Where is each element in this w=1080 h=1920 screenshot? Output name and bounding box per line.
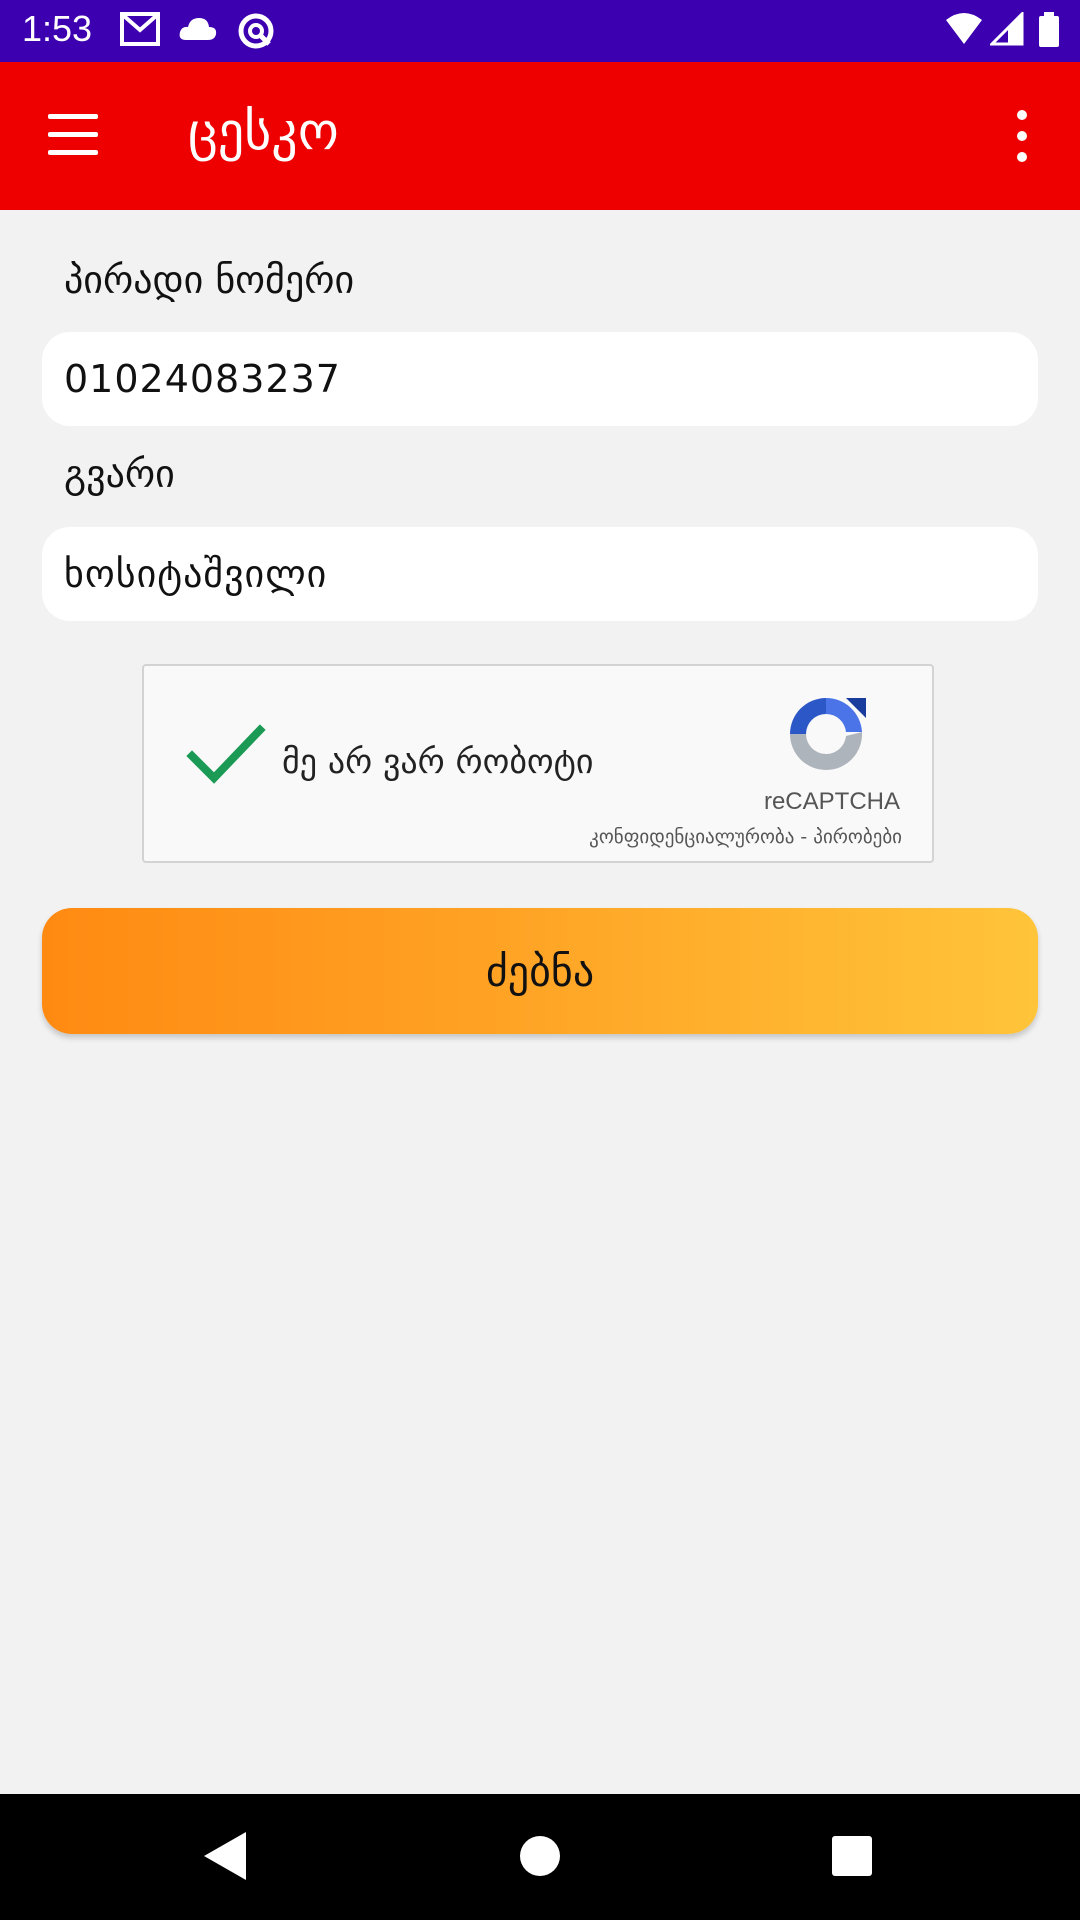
search-button[interactable]: ძებნა xyxy=(42,908,1038,1034)
status-bar: 1:53 xyxy=(0,0,1080,62)
navigation-bar xyxy=(0,1794,1080,1920)
checkmark-icon[interactable] xyxy=(186,722,266,786)
surname-input[interactable] xyxy=(42,527,1038,621)
status-time: 1:53 xyxy=(22,8,93,49)
personal-number-label: პირადი ნომერი xyxy=(64,258,355,302)
recaptcha-legal-links[interactable]: კონფიდენციალურობა - პირობები xyxy=(589,826,902,848)
signal-icon xyxy=(990,12,1024,46)
hamburger-menu-icon[interactable] xyxy=(40,106,106,166)
gmail-icon xyxy=(120,12,160,46)
app-title: ცესკო xyxy=(188,102,339,162)
app-bar: ცესკო xyxy=(0,62,1080,210)
recents-icon[interactable] xyxy=(830,1828,874,1884)
home-icon[interactable] xyxy=(518,1828,562,1884)
back-icon[interactable] xyxy=(200,1828,250,1884)
surname-label: გვარი xyxy=(64,452,175,496)
cloud-icon xyxy=(179,18,217,40)
captcha-label: მე არ ვარ რობოტი xyxy=(282,742,594,782)
personal-number-input[interactable] xyxy=(42,332,1038,426)
recaptcha-logo-icon xyxy=(790,697,866,771)
recaptcha-widget: მე არ ვარ რობოტი reCAPTCHA კონფიდენციალუ… xyxy=(142,664,934,863)
more-vert-icon[interactable] xyxy=(1000,108,1044,164)
battery-icon xyxy=(1039,12,1059,47)
wifi-icon xyxy=(946,13,982,44)
sync-icon xyxy=(238,13,274,49)
recaptcha-brand: reCAPTCHA xyxy=(763,788,900,815)
